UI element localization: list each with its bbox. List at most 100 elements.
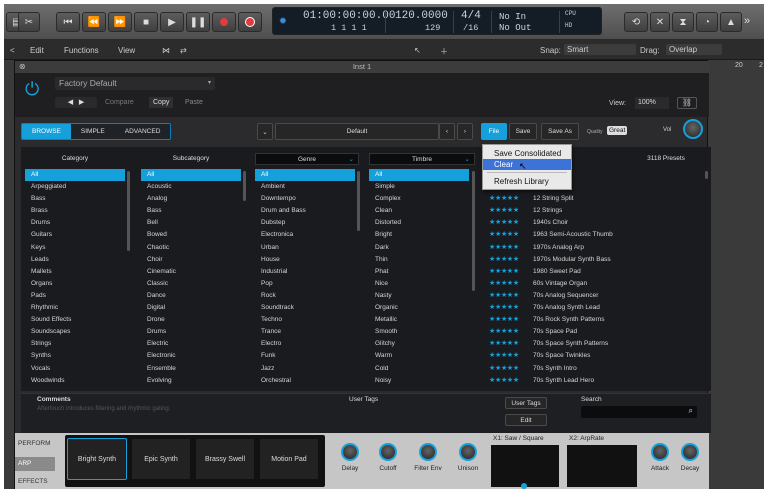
capture-record-button[interactable] bbox=[238, 12, 262, 32]
preset-row[interactable]: ★★★★★ 70s Space Twinkles bbox=[483, 350, 703, 362]
menu-edit[interactable]: Edit bbox=[30, 46, 44, 55]
power-icon[interactable]: ⏻ bbox=[25, 79, 39, 100]
preset-row[interactable]: ★★★★★ 12 Strings bbox=[483, 205, 703, 217]
category-item[interactable]: Vocals bbox=[25, 363, 125, 375]
preset-row[interactable]: ★★★★★ 70s Rock Synth Patterns bbox=[483, 314, 703, 326]
preset-row[interactable]: ★★★★★ 60s Vintage Organ bbox=[483, 278, 703, 290]
genre-item[interactable]: Industrial bbox=[255, 266, 355, 278]
subcategory-item[interactable]: All bbox=[141, 169, 241, 182]
genre-item[interactable]: Trance bbox=[255, 326, 355, 338]
decay-knob[interactable] bbox=[681, 443, 699, 461]
compare-button[interactable]: Compare bbox=[105, 99, 134, 106]
pause-button[interactable]: ❚❚ bbox=[186, 12, 210, 32]
delay-knob[interactable] bbox=[341, 443, 359, 461]
comments-text[interactable]: Aftertouch introduces filtering and rhyt… bbox=[37, 406, 170, 412]
category-item[interactable]: Strings bbox=[25, 338, 125, 350]
rating-stars-icon[interactable]: ★★★★★ bbox=[489, 266, 533, 278]
genre-item[interactable]: Techno bbox=[255, 314, 355, 326]
tab-simple[interactable]: SIMPLE bbox=[70, 124, 115, 139]
subcategory-item[interactable]: Drone bbox=[141, 314, 241, 326]
genre-item[interactable]: Orchestral bbox=[255, 375, 355, 387]
subcategory-item[interactable]: Chaotic bbox=[141, 242, 241, 254]
save-button[interactable]: Save bbox=[509, 123, 537, 140]
prev-preset-icon[interactable]: ◀ bbox=[68, 99, 73, 106]
subcategory-item[interactable]: Electric bbox=[141, 338, 241, 350]
rating-stars-icon[interactable]: ★★★★★ bbox=[489, 302, 533, 314]
subcategory-item[interactable]: Evolving bbox=[141, 375, 241, 387]
preset-row[interactable]: ★★★★★ 1980 Sweet Pad bbox=[483, 266, 703, 278]
rating-stars-icon[interactable]: ★★★★★ bbox=[489, 350, 533, 362]
user-tags-button[interactable]: User Tags bbox=[505, 397, 547, 409]
category-item[interactable]: Pads bbox=[25, 290, 125, 302]
preset-row[interactable]: ★★★★★ 70s Analog Sequencer bbox=[483, 290, 703, 302]
category-item[interactable]: Arpeggiated bbox=[25, 181, 125, 193]
subcategory-item[interactable]: Classic bbox=[141, 278, 241, 290]
category-item[interactable]: Soundscapes bbox=[25, 326, 125, 338]
forward-button[interactable]: ⏩ bbox=[108, 12, 132, 32]
timbre-item[interactable]: Phat bbox=[369, 266, 469, 278]
category-item[interactable]: Synths bbox=[25, 350, 125, 362]
preset-row[interactable]: ★★★★★ 70s Synth Intro bbox=[483, 363, 703, 375]
tab-arp[interactable]: ARP bbox=[15, 457, 55, 471]
subcategory-item[interactable]: Ensemble bbox=[141, 363, 241, 375]
stop-button[interactable]: ■ bbox=[134, 12, 158, 32]
category-item[interactable]: Sound Effects bbox=[25, 314, 125, 326]
rating-stars-icon[interactable]: ★★★★★ bbox=[489, 229, 533, 241]
genre-header[interactable]: Genre ⌄ bbox=[255, 153, 359, 165]
genre-item[interactable]: Urban bbox=[255, 242, 355, 254]
unison-knob[interactable] bbox=[459, 443, 477, 461]
subcategory-item[interactable]: Drums bbox=[141, 326, 241, 338]
toolbar-button[interactable]: ✂ bbox=[18, 12, 40, 32]
timbre-item[interactable]: Thin bbox=[369, 254, 469, 266]
preset-row[interactable]: ★★★★★ 1970s Analog Arp bbox=[483, 242, 703, 254]
category-item[interactable]: Drums bbox=[25, 217, 125, 229]
menu-view[interactable]: View bbox=[118, 46, 135, 55]
search-input[interactable]: ⌕ bbox=[581, 406, 697, 418]
category-item[interactable]: Keys bbox=[25, 242, 125, 254]
rating-stars-icon[interactable]: ★★★★★ bbox=[489, 314, 533, 326]
play-button[interactable]: ▶ bbox=[160, 12, 184, 32]
category-scrollbar[interactable] bbox=[127, 171, 130, 251]
rating-stars-icon[interactable]: ★★★★★ bbox=[489, 375, 533, 387]
subcategory-scrollbar[interactable] bbox=[243, 171, 246, 201]
menu-clear[interactable]: Clear ↖ bbox=[483, 159, 571, 171]
category-item[interactable]: Bass bbox=[25, 193, 125, 205]
genre-scrollbar[interactable] bbox=[357, 171, 360, 231]
snap-select[interactable]: Smart bbox=[564, 44, 636, 55]
rating-stars-icon[interactable]: ★★★★★ bbox=[489, 242, 533, 254]
rating-stars-icon[interactable]: ★★★★★ bbox=[489, 205, 533, 217]
xy-pad-1[interactable] bbox=[491, 445, 559, 489]
preset-row[interactable]: ★★★★★ 70s Space Pad bbox=[483, 326, 703, 338]
timbre-item[interactable]: Distorted bbox=[369, 217, 469, 229]
category-item[interactable]: Rhythmic bbox=[25, 302, 125, 314]
timbre-item[interactable]: Organic bbox=[369, 302, 469, 314]
drag-select[interactable]: Overlap bbox=[666, 44, 722, 55]
preset-select[interactable]: Factory Default ▾ bbox=[55, 77, 215, 90]
subcategory-item[interactable]: Acoustic bbox=[141, 181, 241, 193]
preset-nav[interactable]: ◀ ▶ bbox=[55, 97, 97, 108]
tab-effects[interactable]: EFFECTS bbox=[15, 475, 55, 489]
genre-item[interactable]: Drum and Bass bbox=[255, 205, 355, 217]
timbre-item[interactable]: Cold bbox=[369, 363, 469, 375]
pencil-tool-icon[interactable]: ＋ bbox=[440, 46, 448, 57]
rewind-button[interactable]: ⏪ bbox=[82, 12, 106, 32]
rating-stars-icon[interactable]: ★★★★★ bbox=[489, 254, 533, 266]
subcategory-item[interactable]: Cinematic bbox=[141, 266, 241, 278]
copy-button[interactable]: Copy bbox=[149, 97, 174, 108]
quality-select[interactable]: Great bbox=[607, 126, 628, 135]
subcategory-item[interactable]: Bass bbox=[141, 205, 241, 217]
timbre-header[interactable]: Timbre ⌄ bbox=[369, 153, 475, 165]
attack-knob[interactable] bbox=[651, 443, 669, 461]
timbre-item[interactable]: Glitchy bbox=[369, 338, 469, 350]
pad-brassy-swell[interactable]: Brassy Swell bbox=[195, 438, 255, 480]
subcategory-item[interactable]: Bowed bbox=[141, 229, 241, 241]
save-as-button[interactable]: Save As bbox=[541, 123, 579, 140]
category-item[interactable]: All bbox=[25, 169, 125, 182]
timbre-item[interactable]: Complex bbox=[369, 193, 469, 205]
subcategory-item[interactable]: Choir bbox=[141, 254, 241, 266]
timbre-item[interactable]: Simple bbox=[369, 181, 469, 193]
timbre-item[interactable]: Dark bbox=[369, 242, 469, 254]
timbre-item[interactable]: Metallic bbox=[369, 314, 469, 326]
gear-icon[interactable]: ✹ bbox=[279, 13, 287, 28]
category-item[interactable]: Guitars bbox=[25, 229, 125, 241]
